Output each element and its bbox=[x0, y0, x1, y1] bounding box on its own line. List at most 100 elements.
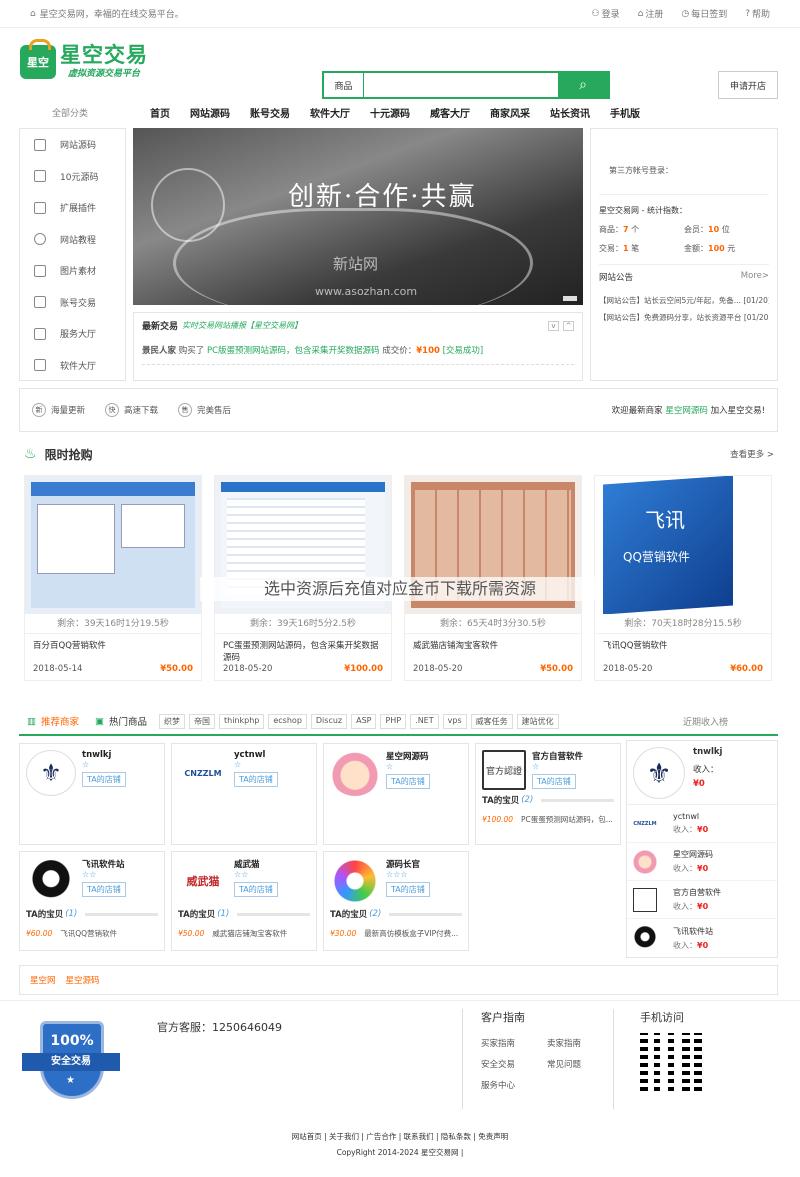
tag-link[interactable]: Discuz bbox=[310, 713, 348, 729]
product-date: 2018-05-20 bbox=[413, 664, 463, 674]
product-name[interactable]: 百分百QQ营销软件 bbox=[25, 634, 201, 664]
guide-link[interactable]: 安全交易 bbox=[481, 1058, 547, 1070]
shop-link[interactable]: TA的店铺 bbox=[532, 774, 576, 789]
nav-mobile[interactable]: 手机版 bbox=[600, 105, 650, 120]
tag-link[interactable]: 建站优化 bbox=[516, 713, 559, 729]
tag-link[interactable]: .NET bbox=[410, 713, 439, 729]
search-category-select[interactable]: 商品 bbox=[324, 73, 364, 97]
bottom-links[interactable]: 网站首页 | 关于我们 | 广告合作 | 联系我们 | 隐私条款 | 免责声明 bbox=[0, 1131, 800, 1142]
chevron-down-icon[interactable]: v bbox=[548, 320, 559, 331]
shop-link[interactable]: TA的店铺 bbox=[386, 882, 430, 897]
checkin-link[interactable]: ◷ 每日签到 bbox=[681, 7, 727, 21]
chevron-up-icon[interactable]: ^ bbox=[563, 320, 574, 331]
all-categories[interactable]: 全部分类 bbox=[0, 106, 140, 119]
qq-box-title: 飞讯 bbox=[645, 508, 685, 532]
tab-hot[interactable]: ▣ 热门商品 bbox=[87, 714, 155, 729]
tag-link[interactable]: ASP bbox=[351, 713, 377, 729]
nav-account-trade[interactable]: 账号交易 bbox=[240, 105, 300, 120]
category-item[interactable]: 扩展插件 bbox=[20, 192, 125, 224]
site-logo[interactable]: 星空 星空交易 虚拟资源交易平台 bbox=[20, 38, 148, 79]
tag-link[interactable]: vps bbox=[442, 713, 467, 729]
income-rank-item[interactable]: ⚜ tnwlkj 收入： ¥0 bbox=[627, 741, 777, 805]
tag-link[interactable]: 织梦 bbox=[159, 713, 185, 729]
cartoon-girl-avatar bbox=[330, 750, 380, 796]
category-item[interactable]: 服务大厅 bbox=[20, 318, 125, 350]
shop-link[interactable]: TA的店铺 bbox=[386, 774, 430, 789]
help-link[interactable]: ? 帮助 bbox=[745, 7, 770, 21]
official-seal-avatar: 官方認證 bbox=[482, 750, 526, 790]
category-item[interactable]: 10元源码 bbox=[20, 161, 125, 193]
category-item[interactable]: 网站源码 bbox=[20, 129, 125, 161]
tag-link[interactable]: PHP bbox=[380, 713, 407, 729]
rating-stars: ☆ bbox=[532, 762, 540, 771]
guide-link[interactable]: 常见问题 bbox=[547, 1058, 613, 1070]
announcement-item[interactable]: 【网站公告】站长云空间5元/年起，免备... [01/20] bbox=[599, 295, 769, 306]
new-merchant-link[interactable]: 星空网源码 bbox=[665, 406, 708, 416]
product-name[interactable]: PC蛋蛋预测网站源码，包含采集开奖数据源码 bbox=[215, 634, 391, 664]
income-rank-item[interactable]: 星空网源码 收入：¥0 bbox=[627, 843, 777, 881]
banner-slider[interactable]: 创新·合作·共赢 新站网 www.asozhan.com bbox=[133, 128, 583, 305]
shop-card[interactable]: 星空网源码 ☆ TA的店铺 bbox=[323, 743, 469, 845]
announcement-item[interactable]: 【网站公告】免费源码分享，站长资源平台 [01/20] bbox=[599, 312, 769, 323]
tab-recommend[interactable]: ▥ 推荐商家 bbox=[19, 714, 87, 729]
product-name[interactable]: 威武猫店铺淘宝客软件 bbox=[405, 634, 581, 664]
search-icon: ⌕ bbox=[579, 77, 587, 93]
shop-card[interactable]: 飞讯软件站 ☆☆ TA的店铺 TA的宝贝 (1) ¥60.00 飞讯QQ营销软件 bbox=[19, 851, 165, 951]
income-rank-item[interactable]: 飞讯软件站 收入：¥0 bbox=[627, 919, 777, 957]
shop-link[interactable]: TA的店铺 bbox=[82, 772, 126, 787]
qr-code-icon bbox=[640, 1033, 702, 1095]
income-ranking: ⚜ tnwlkj 收入： ¥0 CNZZLM yctnwl 收入：¥0 星空网源码 收入：… bbox=[626, 740, 778, 958]
search-button[interactable]: ⌕ bbox=[558, 73, 608, 97]
guide-link[interactable]: 服务中心 bbox=[481, 1079, 547, 1091]
tag-link[interactable]: 威客任务 bbox=[470, 713, 513, 729]
nav-site-source[interactable]: 网站源码 bbox=[180, 105, 240, 120]
shop-link[interactable]: TA的店铺 bbox=[234, 772, 278, 787]
nav-news[interactable]: 站长资讯 bbox=[540, 105, 600, 120]
logo-slogan: 虚拟资源交易平台 bbox=[68, 69, 141, 79]
friend-link[interactable]: 星空源码 bbox=[66, 974, 100, 986]
shop-card[interactable]: ⚜ tnwlkj ☆ TA的店铺 bbox=[19, 743, 165, 845]
tag-link[interactable]: 帝国 bbox=[189, 713, 215, 729]
deal-product-link[interactable]: PC版蛋预测网站源码，包含采集开奖数据源码 bbox=[207, 346, 380, 356]
tag-link[interactable]: ecshop bbox=[268, 713, 307, 729]
shop-card[interactable]: CNZZLM yctnwl ☆ TA的店铺 bbox=[171, 743, 317, 845]
register-link[interactable]: ⌂ 注册 bbox=[638, 7, 664, 21]
shop-link[interactable]: TA的店铺 bbox=[234, 882, 278, 897]
nav-witkey[interactable]: 威客大厅 bbox=[420, 105, 480, 120]
product-price: ¥100.00 bbox=[344, 664, 383, 674]
nav-home[interactable]: 首页 bbox=[140, 105, 180, 120]
friend-link[interactable]: 星空网 bbox=[30, 974, 56, 986]
page: ⌂ 星空交易网，幸福的在线交易平台。 ⚇ 登录 ⌂ 注册 ◷ 每日签到 ? 帮助 星空 星… bbox=[0, 0, 800, 1177]
product-card[interactable]: 剩余：39天16时1分19.5秒 百分百QQ营销软件 2018-05-14 ¥50… bbox=[24, 475, 202, 681]
shop-card[interactable]: 威武猫 威武猫 ☆☆ TA的店铺 TA的宝贝 (1) ¥50.00 威武猫店铺淘宝客软件 bbox=[171, 851, 317, 951]
guide-link[interactable]: 卖家指南 bbox=[547, 1037, 613, 1049]
guide-link[interactable]: 买家指南 bbox=[481, 1037, 547, 1049]
login-link[interactable]: ⚇ 登录 bbox=[592, 7, 620, 21]
category-item[interactable]: 账号交易 bbox=[20, 287, 125, 319]
shop-product-item[interactable]: ¥100.00 PC蛋蛋预测网站源码，包... bbox=[476, 806, 620, 831]
income-rank-item[interactable]: 官方自营软件 收入：¥0 bbox=[627, 881, 777, 919]
shop-product-item[interactable]: ¥60.00 飞讯QQ营销软件 bbox=[20, 920, 164, 945]
shop-card[interactable]: 源码长官 ☆☆☆ TA的店铺 TA的宝贝 (2) ¥30.00 最新高仿模板盒子VIP付… bbox=[323, 851, 469, 951]
open-shop-button[interactable]: 申请开店 bbox=[718, 71, 778, 99]
new-merchant-welcome: 欢迎最新商家 星空网源码 加入星空交易! bbox=[611, 406, 765, 416]
shop-product-item[interactable]: ¥30.00 最新高仿模板盒子VIP付费... bbox=[324, 920, 468, 945]
nav-merchants[interactable]: 商家风采 bbox=[480, 105, 540, 120]
shop-link[interactable]: TA的店铺 bbox=[82, 882, 126, 897]
rating-stars: ☆ bbox=[386, 762, 394, 771]
search-input[interactable] bbox=[364, 73, 558, 97]
nav-ten-yuan[interactable]: 十元源码 bbox=[360, 105, 420, 120]
income-rank-item[interactable]: CNZZLM yctnwl 收入：¥0 bbox=[627, 805, 777, 843]
product-card[interactable]: 飞讯 QQ营销软件 剩余：70天18时28分15.5秒 飞讯QQ营销软件 201… bbox=[594, 475, 772, 681]
shop-product-item[interactable]: ¥50.00 威武猫店铺淘宝客软件 bbox=[172, 920, 316, 945]
slider-dot[interactable] bbox=[563, 296, 577, 301]
product-name[interactable]: 飞讯QQ营销软件 bbox=[595, 634, 771, 664]
category-item[interactable]: 图片素材 bbox=[20, 255, 125, 287]
announcement-more-link[interactable]: More> bbox=[741, 271, 769, 283]
category-item[interactable]: 软件大厅 bbox=[20, 350, 125, 382]
shop-card[interactable]: 官方認證 官方自营软件 ☆ TA的店铺 TA的宝贝 (2) ¥100.00 PC蛋蛋预测… bbox=[475, 743, 621, 845]
tag-link[interactable]: thinkphp bbox=[219, 713, 265, 729]
nav-software[interactable]: 软件大厅 bbox=[300, 105, 360, 120]
flash-more-link[interactable]: 查看更多 > bbox=[730, 448, 774, 460]
category-item[interactable]: 网站教程 bbox=[20, 224, 125, 256]
